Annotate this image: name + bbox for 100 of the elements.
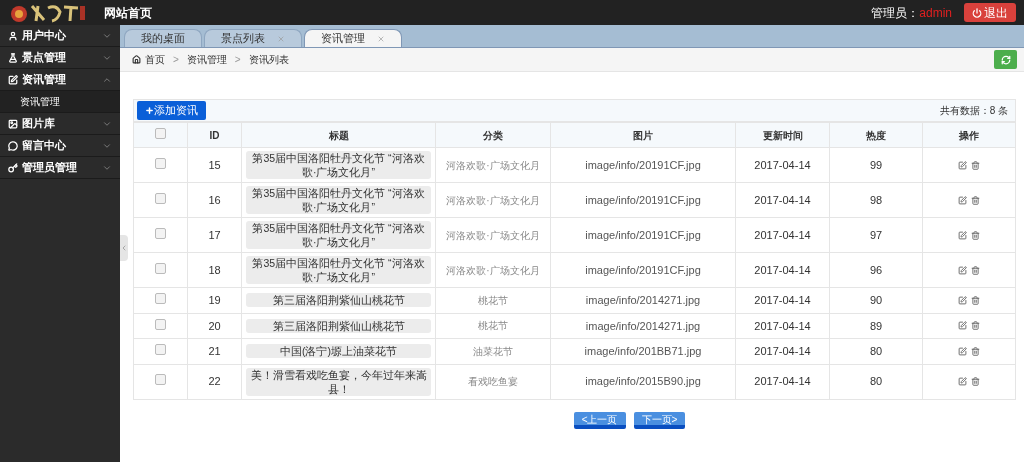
table-cell: 桃花节	[435, 313, 551, 339]
table-cell: 18	[187, 252, 242, 288]
table-cell: 98	[829, 182, 923, 218]
table-cell: 21	[187, 338, 242, 364]
table-cell: image/info/20191CF.jpg	[550, 217, 736, 253]
row-checkbox[interactable]	[155, 157, 166, 169]
column-header: 热度	[829, 122, 923, 148]
table-cell: 97	[829, 217, 923, 253]
breadcrumb-link[interactable]: 首页	[145, 52, 165, 67]
edit-icon[interactable]	[958, 295, 967, 305]
table-cell: 15	[187, 147, 242, 183]
table-cell: 河洛欢歌·广场文化月	[435, 217, 551, 253]
column-header: 图片	[550, 122, 736, 148]
table-cell: 80	[829, 364, 923, 399]
sidebar-subitem[interactable]: 资讯管理	[0, 91, 120, 113]
user-icon	[8, 30, 18, 41]
trash-icon[interactable]	[971, 346, 980, 356]
table-cell: 96	[829, 252, 923, 288]
title-cell: 第35届中国洛阳牡丹文化节 “河洛欢歌·广场文化月”	[246, 151, 431, 179]
row-checkbox[interactable]	[155, 127, 166, 139]
site-home-link[interactable]: 网站首页	[104, 3, 152, 22]
refresh-button[interactable]	[994, 50, 1017, 69]
row-checkbox[interactable]	[155, 318, 166, 330]
add-news-button[interactable]: 添加资讯	[137, 101, 206, 120]
breadcrumb-link[interactable]: 资讯管理	[186, 52, 227, 67]
table-cell: 2017-04-14	[735, 313, 830, 339]
breadcrumb-link[interactable]: 资讯列表	[248, 52, 289, 67]
edit-icon[interactable]	[958, 321, 967, 331]
row-checkbox[interactable]	[155, 227, 166, 239]
table-cell: 17	[187, 217, 242, 253]
table-cell: 2017-04-14	[735, 364, 830, 399]
title-cell: 第35届中国洛阳牡丹文化节 “河洛欢歌·广场文化月”	[246, 221, 431, 249]
breadcrumb-separator: >	[173, 53, 179, 67]
title-cell: 美！滑雪看戏吃鱼宴，今年过年来嵩县！	[246, 367, 431, 396]
trash-icon[interactable]	[971, 160, 980, 170]
table-cell: image/info/2015B90.jpg	[550, 364, 736, 399]
edit-icon[interactable]	[958, 265, 967, 275]
sidebar-label: 资讯管理	[22, 72, 66, 88]
trash-icon[interactable]	[971, 265, 980, 275]
collapse-handle[interactable]	[120, 235, 128, 261]
flask-icon	[8, 52, 18, 63]
edit-icon[interactable]	[958, 230, 967, 240]
title-cell: 第35届中国洛阳牡丹文化节 “河洛欢歌·广场文化月”	[246, 256, 431, 284]
table-cell: 河洛欢歌·广场文化月	[435, 147, 551, 183]
column-header: ID	[187, 122, 242, 148]
table-cell: image/info/20191CF.jpg	[550, 182, 736, 218]
table-cell: image/info/201BB71.jpg	[550, 338, 736, 364]
logout-button[interactable]: 退出	[964, 3, 1016, 22]
table-cell: 油菜花节	[435, 338, 551, 364]
breadcrumb-separator: >	[234, 53, 241, 67]
table-cell: 河洛欢歌·广场文化月	[435, 252, 551, 288]
table-cell: image/info/20191CF.jpg	[550, 252, 736, 288]
edit-icon[interactable]	[958, 346, 967, 356]
table-cell: 19	[187, 287, 242, 313]
column-header: 更新时间	[735, 122, 830, 148]
home-icon	[132, 55, 141, 64]
trash-icon[interactable]	[971, 230, 980, 240]
trash-icon[interactable]	[971, 377, 980, 386]
edit-icon[interactable]	[958, 160, 967, 170]
close-icon	[377, 34, 385, 43]
table-cell: 89	[829, 313, 923, 339]
table-cell: 20	[187, 313, 242, 339]
table-cell: 2017-04-14	[735, 338, 830, 364]
table-cell: 90	[829, 287, 923, 313]
table-cell: 桃花节	[435, 287, 551, 313]
table-cell: image/info/20191CF.jpg	[550, 147, 736, 183]
table-cell: 2017-04-14	[735, 287, 830, 313]
row-checkbox[interactable]	[155, 192, 166, 204]
image-icon	[8, 118, 18, 129]
edit-icon[interactable]	[958, 195, 967, 205]
refresh-icon	[1000, 54, 1011, 65]
edit-icon[interactable]	[958, 377, 967, 386]
table-cell: 2017-04-14	[735, 252, 830, 288]
row-checkbox[interactable]	[155, 374, 166, 386]
table-cell: 22	[187, 364, 242, 399]
edit-icon	[8, 74, 18, 85]
trash-icon[interactable]	[971, 195, 980, 205]
trash-icon[interactable]	[971, 295, 980, 305]
total-count: 共有数据：8 条	[939, 104, 1008, 118]
table-cell: 99	[829, 147, 923, 183]
row-checkbox[interactable]	[155, 344, 166, 355]
tab[interactable]: 资讯管理	[304, 29, 402, 47]
tab[interactable]: 我的桌面	[124, 29, 202, 47]
column-header: 标题	[241, 122, 436, 148]
tab[interactable]: 景点列表	[204, 29, 302, 47]
table-cell: image/info/2014271.jpg	[550, 287, 736, 313]
sidebar-label: 用户中心	[22, 28, 66, 44]
row-checkbox[interactable]	[155, 262, 166, 274]
table-cell: 2017-04-14	[735, 147, 830, 183]
table-cell: 看戏吃鱼宴	[435, 364, 551, 399]
sidebar-label: 景点管理	[22, 50, 66, 66]
trash-icon[interactable]	[971, 321, 980, 331]
title-cell: 第三届洛阳荆紫仙山桃花节	[246, 293, 431, 308]
close-icon	[277, 34, 285, 43]
table-cell: 2017-04-14	[735, 182, 830, 218]
power-icon	[972, 7, 982, 18]
row-checkbox[interactable]	[155, 293, 166, 304]
table-cell: 2017-04-14	[735, 217, 830, 253]
sidebar-label: 图片库	[22, 116, 55, 132]
table-cell: 16	[187, 182, 242, 218]
